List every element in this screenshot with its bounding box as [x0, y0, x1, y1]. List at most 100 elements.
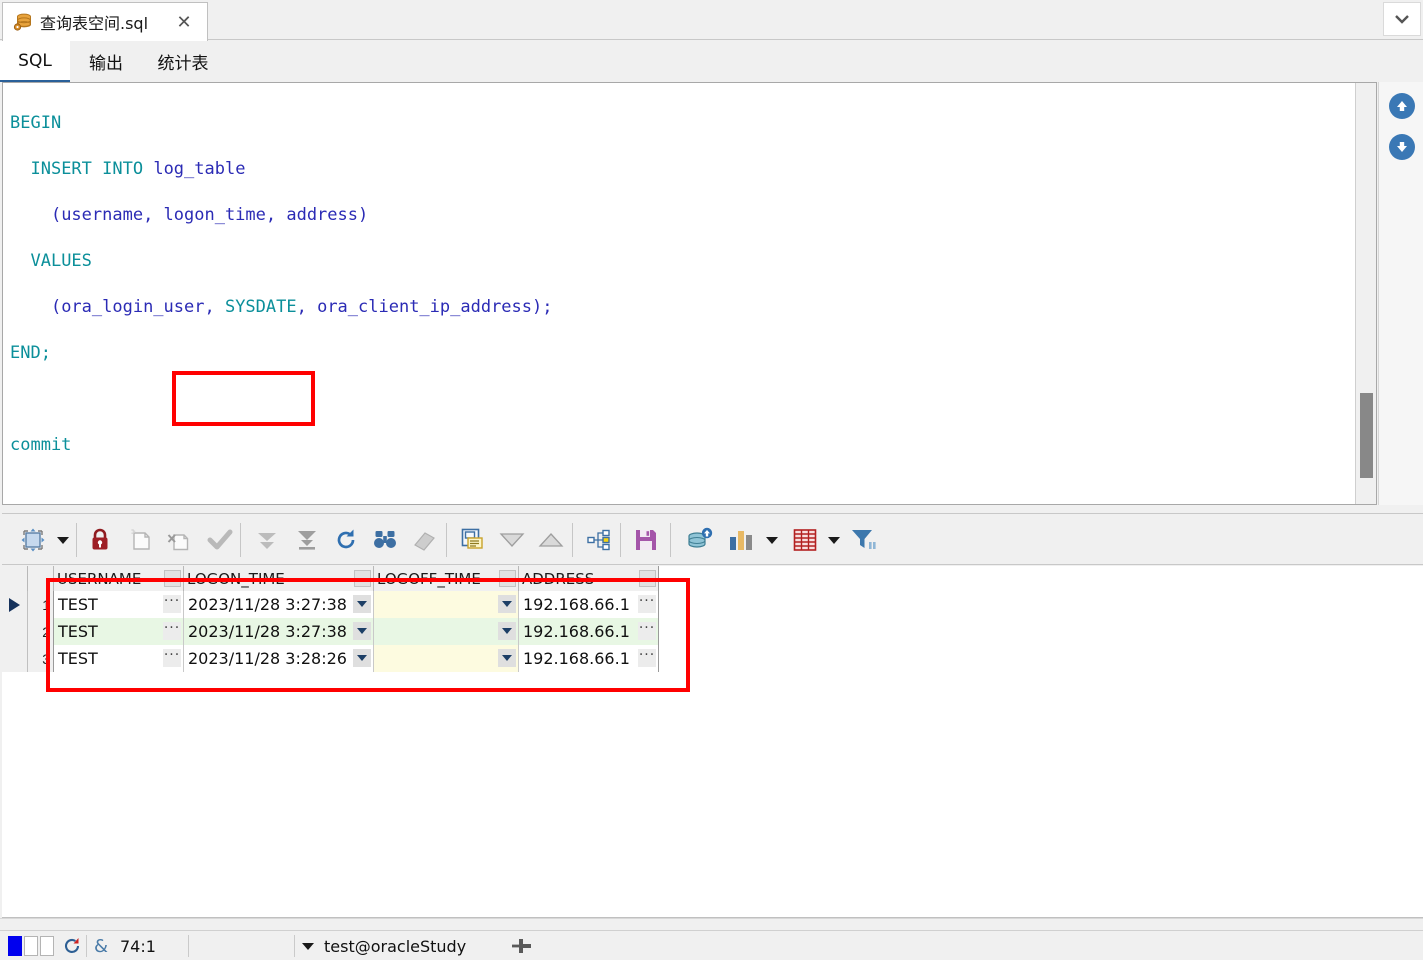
connection-dropdown-button[interactable] [302, 931, 314, 960]
status-flag-1[interactable] [8, 936, 22, 956]
cell-editor-button[interactable]: ··· [638, 594, 656, 613]
red-table-icon[interactable] [791, 525, 819, 555]
caret-down-icon [766, 536, 778, 544]
funnel-filter-icon[interactable] [849, 525, 879, 555]
cell-username[interactable]: TEST ··· [54, 591, 184, 618]
database-icon [13, 12, 33, 32]
cell-editor-button[interactable]: ··· [163, 594, 181, 613]
cell-address[interactable]: 192.168.66.1 ··· [519, 645, 658, 672]
editor-vertical-scrollbar[interactable] [1355, 83, 1376, 504]
cell-editor-button[interactable]: ··· [638, 621, 656, 640]
down-arrow-to-bar-icon[interactable] [293, 525, 321, 555]
toolbar-separator [446, 523, 447, 557]
cell-address[interactable]: 192.168.66.1 ··· [519, 618, 658, 645]
result-grid-inner: USERNAME LOGON_TIME LOGOFF_TIME ADDRESS [2, 566, 659, 672]
tab-statistics[interactable]: 统计表 [142, 41, 224, 82]
cell-address[interactable]: 192.168.66.1 ··· [519, 591, 658, 618]
status-flags[interactable] [8, 931, 54, 960]
toolbar-separator [76, 523, 77, 557]
result-data-grid[interactable]: USERNAME LOGON_TIME LOGOFF_TIME ADDRESS [2, 566, 1423, 918]
column-header-logoff-time[interactable]: LOGOFF_TIME [374, 566, 519, 591]
selection-frame-icon[interactable] [18, 525, 48, 555]
sql-editor-content[interactable]: BEGIN INSERT INTO log_table (username, l… [3, 83, 1354, 504]
status-flag-2[interactable] [24, 936, 38, 956]
result-grid-toolbar [2, 513, 1423, 565]
cell-dropdown-icon[interactable] [353, 649, 371, 667]
status-divider [294, 935, 295, 957]
cell-dropdown-icon[interactable] [353, 622, 371, 640]
tab-sql[interactable]: SQL [0, 41, 70, 82]
column-menu-icon[interactable] [164, 570, 181, 587]
double-down-arrow-icon[interactable] [253, 525, 281, 555]
cell-logoff-time[interactable] [374, 645, 519, 672]
cell-dropdown-icon[interactable] [498, 595, 516, 613]
bar-chart-icon[interactable] [726, 525, 756, 555]
cell-username[interactable]: TEST ··· [54, 618, 184, 645]
column-header-username[interactable]: USERNAME [54, 566, 184, 591]
arrow-down-circle-icon[interactable] [1389, 134, 1415, 160]
table-row[interactable]: 1 TEST ··· 2023/11/28 3:27:38 192.168.66… [2, 591, 658, 618]
document-tabbar: 查询表空间.sql ✕ [0, 0, 1423, 41]
cell-editor-button[interactable]: ··· [638, 648, 656, 667]
table-row[interactable]: 3 TEST ··· 2023/11/28 3:28:26 192.168.66… [2, 645, 658, 672]
triangle-down-icon[interactable] [498, 525, 526, 555]
chart-dropdown[interactable] [763, 525, 781, 555]
delete-page-icon[interactable] [165, 525, 193, 555]
code-token-values: VALUES [30, 251, 92, 271]
row-current-indicator [2, 591, 28, 618]
eraser-icon[interactable] [410, 525, 438, 555]
caret-down-icon [828, 536, 840, 544]
cell-dropdown-icon[interactable] [498, 622, 516, 640]
cell-logon-time[interactable]: 2023/11/28 3:28:26 [184, 645, 374, 672]
database-upload-icon[interactable] [685, 525, 715, 555]
document-tab-sql-file[interactable]: 查询表空间.sql ✕ [2, 2, 208, 41]
toolbar-separator [670, 523, 671, 557]
cell-value: 192.168.66.1 [523, 649, 630, 668]
column-header-address[interactable]: ADDRESS [519, 566, 658, 591]
cell-logoff-time[interactable] [374, 618, 519, 645]
arrow-up-circle-icon[interactable] [1389, 93, 1415, 119]
editor-subtabs: SQL 输出 统计表 [0, 41, 1423, 82]
editor-scrollbar-thumb[interactable] [1360, 393, 1373, 478]
column-header-label: LOGOFF_TIME [377, 569, 481, 588]
column-menu-icon[interactable] [639, 570, 656, 587]
grid-layout-dropdown[interactable] [825, 525, 843, 555]
checkmark-icon[interactable] [206, 525, 234, 555]
cell-logoff-time[interactable] [374, 591, 519, 618]
column-menu-icon[interactable] [354, 570, 371, 587]
cell-logon-time[interactable]: 2023/11/28 3:27:38 [184, 618, 374, 645]
code-token-log-table: log_table [153, 159, 246, 179]
cell-editor-button[interactable]: ··· [163, 648, 181, 667]
sql-editor[interactable]: BEGIN INSERT INTO log_table (username, l… [2, 82, 1377, 505]
floppy-disk-icon[interactable] [632, 525, 660, 555]
refresh-circular-arrow-icon[interactable] [332, 525, 360, 555]
column-header-logon-time[interactable]: LOGON_TIME [184, 566, 374, 591]
tab-output[interactable]: 输出 [70, 41, 142, 82]
cell-value: 2023/11/28 3:28:26 [188, 649, 347, 668]
binoculars-icon[interactable] [371, 525, 399, 555]
selection-mode-dropdown[interactable] [54, 525, 72, 555]
pin-icon[interactable] [510, 931, 532, 960]
cell-dropdown-icon[interactable] [498, 649, 516, 667]
plsql-developer-window: 查询表空间.sql ✕ SQL 输出 统计表 BEGIN INSERT INTO… [0, 0, 1423, 960]
bind-variable-icon[interactable]: & [94, 931, 108, 960]
status-flag-3[interactable] [40, 936, 54, 956]
column-menu-icon[interactable] [499, 570, 516, 587]
cell-dropdown-icon[interactable] [353, 595, 371, 613]
cell-logon-time[interactable]: 2023/11/28 3:27:38 [184, 591, 374, 618]
refresh-icon[interactable] [62, 931, 82, 960]
close-icon[interactable]: ✕ [175, 13, 193, 31]
table-row[interactable]: 2 TEST ··· 2023/11/28 3:27:38 192.168.66… [2, 618, 658, 645]
tree-nodes-icon[interactable] [585, 525, 613, 555]
connection-label: test@oracleStudy [324, 936, 467, 956]
chevron-down-icon[interactable] [1383, 2, 1421, 36]
status-divider [188, 935, 189, 957]
padlock-icon[interactable] [86, 525, 114, 555]
record-form-icon[interactable] [459, 525, 487, 555]
code-token-values-a: (ora_login_user, [50, 297, 225, 317]
row-number: 2 [28, 618, 54, 645]
triangle-up-icon[interactable] [537, 525, 565, 555]
cell-editor-button[interactable]: ··· [163, 621, 181, 640]
cell-username[interactable]: TEST ··· [54, 645, 184, 672]
new-page-icon[interactable] [127, 525, 155, 555]
